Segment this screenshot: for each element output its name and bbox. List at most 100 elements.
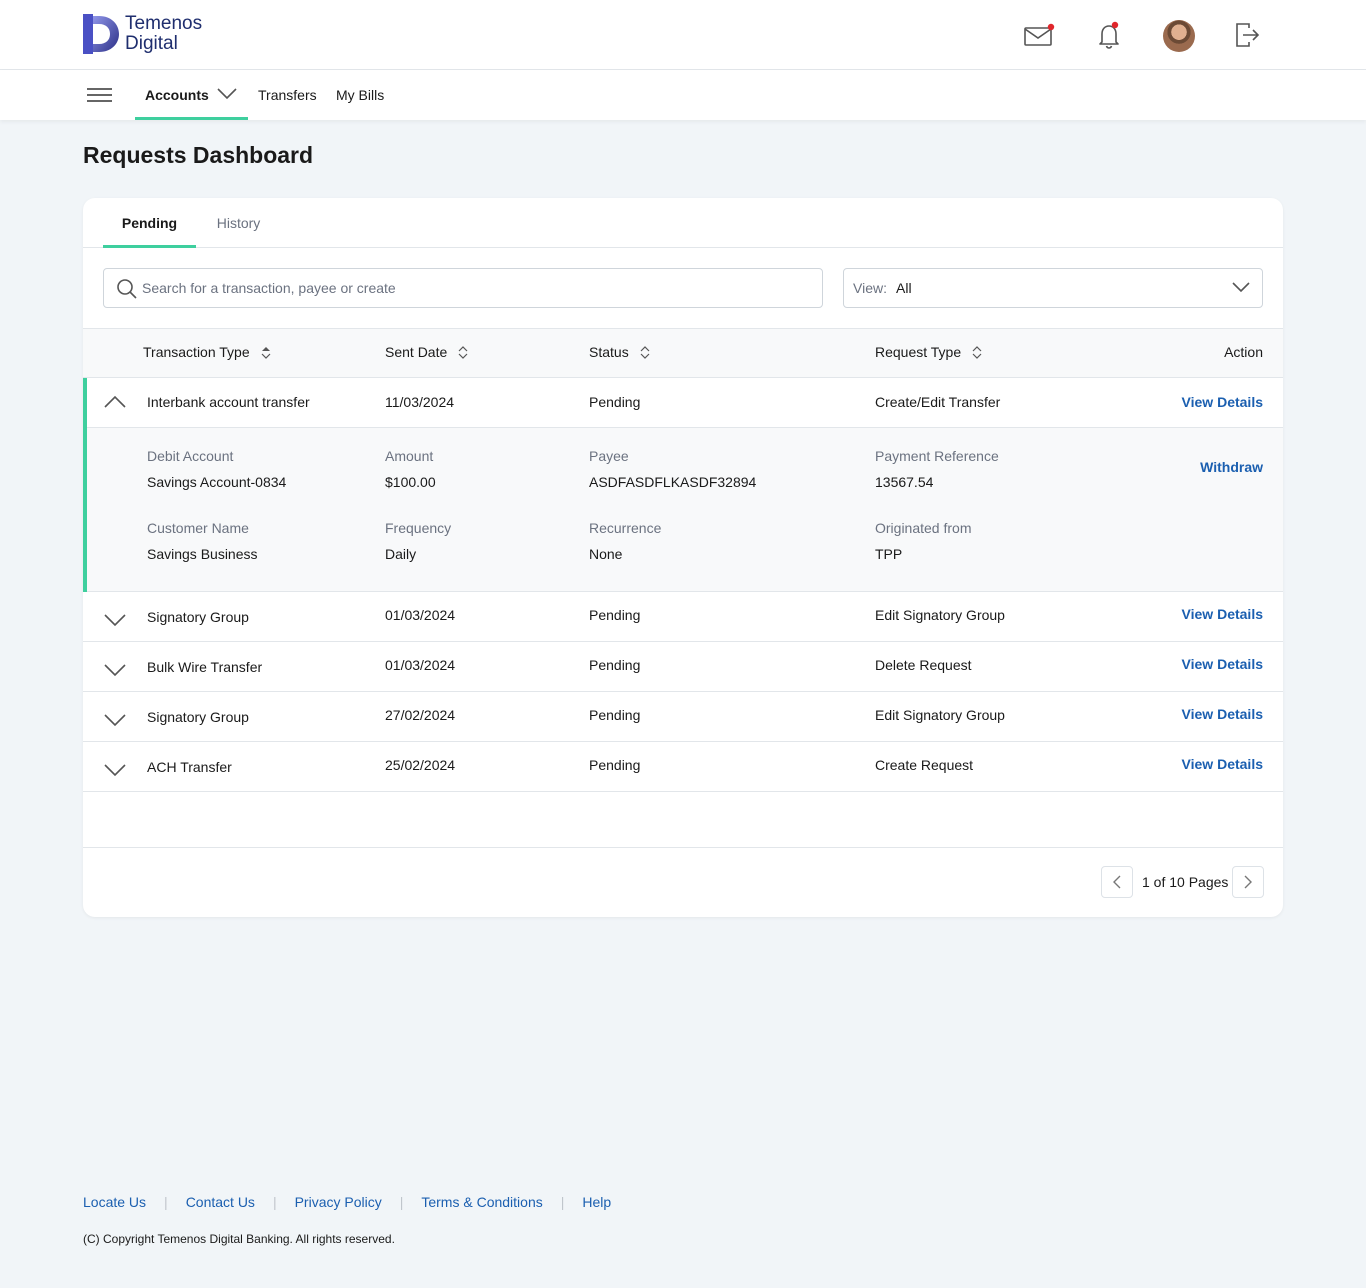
bell-icon[interactable]	[1092, 18, 1126, 52]
col-request-type[interactable]: Request Type	[875, 344, 983, 360]
search-icon	[117, 279, 137, 299]
detail-customer: Savings Business	[147, 546, 258, 562]
row-request-type: Create Request	[875, 757, 974, 773]
search-input[interactable]	[142, 269, 812, 307]
requests-card: Pending History View: All Transaction Ty…	[83, 198, 1283, 917]
expanded-row-indicator	[83, 378, 87, 592]
detail-debit-account: Savings Account-0834	[147, 474, 287, 490]
prev-page-button[interactable]	[1101, 866, 1133, 898]
main-nav: Accounts Transfers My Bills	[0, 70, 1366, 120]
row-request-type: Edit Signatory Group	[875, 607, 1005, 623]
view-filter-label: View:	[853, 280, 887, 296]
mail-icon[interactable]	[1022, 18, 1056, 52]
temenos-logo[interactable]: Temenos Digital	[83, 14, 202, 54]
next-page-button[interactable]	[1232, 866, 1264, 898]
chevron-down-icon	[217, 88, 237, 100]
chevron-down-icon[interactable]	[103, 758, 127, 780]
row-status: Pending	[589, 394, 641, 410]
withdraw-link[interactable]: Withdraw	[1200, 459, 1263, 475]
logout-icon[interactable]	[1229, 18, 1263, 52]
footer-link-contact-us[interactable]: Contact Us	[186, 1194, 255, 1210]
row-status: Pending	[589, 757, 641, 773]
view-details-link[interactable]: View Details	[1182, 394, 1263, 410]
footer-links: Locate Us | Contact Us | Privacy Policy …	[83, 1194, 611, 1210]
detail-origin: TPP	[875, 546, 903, 562]
col-request-type-label: Request Type	[875, 344, 962, 360]
detail-frequency-label: Frequency	[385, 520, 452, 536]
detail-recurrence-label: Recurrence	[589, 520, 662, 536]
row-transaction-type: ACH Transfer	[147, 759, 232, 775]
row-sent-date: 27/02/2024	[385, 707, 456, 723]
pagination-text: 1 of 10 Pages	[1142, 874, 1229, 890]
chevron-down-icon[interactable]	[103, 658, 127, 680]
chevron-up-icon[interactable]	[103, 392, 127, 414]
table-row[interactable]: Signatory Group 01/03/2024 Pending Edit …	[83, 592, 1283, 642]
row-sent-date: 25/02/2024	[385, 757, 456, 773]
row-request-type: Delete Request	[875, 657, 972, 673]
top-header: Temenos Digital	[0, 0, 1366, 70]
brand-text: Temenos Digital	[125, 14, 202, 54]
table-row[interactable]: Interbank account transfer 11/03/2024 Pe…	[83, 378, 1283, 428]
col-sent-date-label: Sent Date	[385, 344, 448, 360]
detail-debit-account-label: Debit Account	[147, 448, 234, 464]
view-details-link[interactable]: View Details	[1182, 756, 1263, 772]
view-filter-value: All	[896, 280, 912, 296]
row-transaction-type: Signatory Group	[147, 709, 249, 725]
footer-separator: |	[164, 1194, 168, 1210]
nav-accounts-label: Accounts	[145, 87, 209, 103]
chevron-down-icon[interactable]	[103, 708, 127, 730]
detail-customer-label: Customer Name	[147, 520, 249, 536]
footer-link-terms[interactable]: Terms & Conditions	[421, 1194, 542, 1210]
row-request-type: Edit Signatory Group	[875, 707, 1005, 723]
col-transaction-type[interactable]: Transaction Type	[143, 344, 272, 360]
detail-payment-ref-label: Payment Reference	[875, 448, 999, 464]
table-row[interactable]: Signatory Group 27/02/2024 Pending Edit …	[83, 692, 1283, 742]
sort-icon	[261, 347, 271, 359]
footer-link-privacy-policy[interactable]: Privacy Policy	[295, 1194, 382, 1210]
detail-recurrence: None	[589, 546, 623, 562]
detail-frequency: Daily	[385, 546, 417, 562]
row-transaction-type: Bulk Wire Transfer	[147, 659, 263, 675]
col-status[interactable]: Status	[589, 344, 651, 360]
avatar[interactable]	[1163, 20, 1195, 52]
chevron-down-icon	[1232, 282, 1250, 293]
footer-link-locate-us[interactable]: Locate Us	[83, 1194, 146, 1210]
tab-pending[interactable]: Pending	[103, 198, 196, 248]
table-header: Transaction Type Sent Date Status Reques…	[83, 328, 1283, 378]
row-sent-date: 11/03/2024	[385, 394, 455, 410]
menu-icon[interactable]	[87, 88, 112, 102]
col-status-label: Status	[589, 344, 629, 360]
brand-line1: Temenos	[125, 13, 203, 34]
pagination-divider	[83, 847, 1283, 848]
tab-history[interactable]: History	[201, 198, 276, 248]
row-request-type: Create/Edit Transfer	[875, 394, 1001, 410]
row-detail-panel: Debit Account Savings Account-0834 Amoun…	[83, 428, 1283, 592]
sort-icon	[640, 346, 650, 359]
view-details-link[interactable]: View Details	[1182, 656, 1263, 672]
footer-separator: |	[399, 1194, 404, 1210]
sort-icon	[458, 346, 468, 359]
col-sent-date[interactable]: Sent Date	[385, 344, 469, 360]
view-details-link[interactable]: View Details	[1182, 706, 1263, 722]
footer-separator: |	[560, 1194, 565, 1210]
row-transaction-type: Signatory Group	[147, 609, 249, 625]
footer-link-help[interactable]: Help	[582, 1194, 611, 1210]
chevron-down-icon[interactable]	[103, 608, 127, 630]
nav-transfers[interactable]: Transfers	[258, 70, 317, 120]
detail-origin-label: Originated from	[875, 520, 972, 536]
col-transaction-type-label: Transaction Type	[143, 344, 250, 360]
row-sent-date: 01/03/2024	[385, 607, 456, 623]
row-status: Pending	[589, 657, 641, 673]
table-row[interactable]: ACH Transfer 25/02/2024 Pending Create R…	[83, 742, 1283, 792]
detail-payee: ASDFASDFLKASDF32894	[589, 474, 757, 490]
view-filter-select[interactable]: View: All	[843, 268, 1263, 308]
view-details-link[interactable]: View Details	[1182, 606, 1263, 622]
nav-accounts[interactable]: Accounts	[135, 70, 248, 120]
sort-icon	[972, 346, 982, 359]
row-sent-date: 01/03/2024	[385, 657, 456, 673]
detail-payment-ref: 13567.54	[875, 474, 934, 490]
chevron-left-icon	[1113, 875, 1121, 889]
table-row[interactable]: Bulk Wire Transfer 01/03/2024 Pending De…	[83, 642, 1283, 692]
nav-my-bills[interactable]: My Bills	[336, 70, 384, 120]
row-status: Pending	[589, 707, 641, 723]
